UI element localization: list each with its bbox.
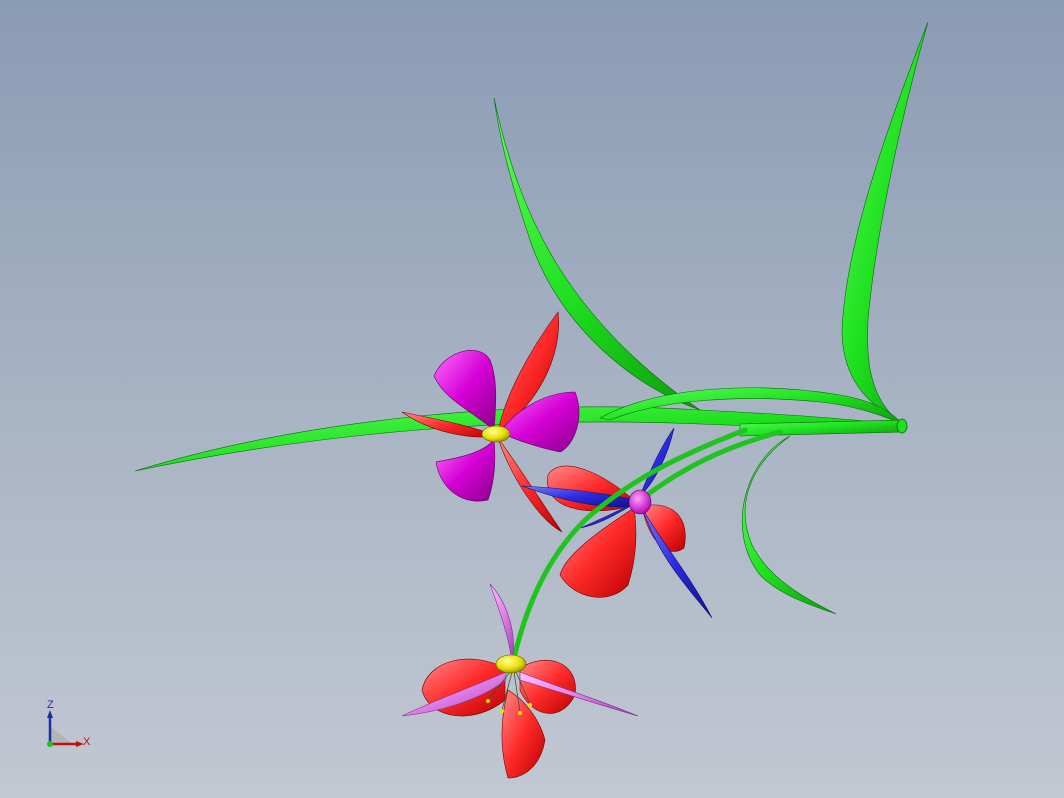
leaf-tall-right — [841, 21, 929, 419]
flower-upper-magenta[interactable] — [401, 311, 580, 533]
stem-hub — [896, 418, 908, 434]
graphics-viewport[interactable]: Z X — [0, 0, 1064, 798]
leaf-drooping-right — [741, 435, 837, 615]
flower-model[interactable] — [0, 0, 1064, 798]
axis-x-label: X — [83, 736, 91, 748]
orientation-triad: Z X — [38, 698, 98, 758]
flower-lower-pink[interactable] — [401, 583, 639, 779]
axis-z-label: Z — [47, 699, 54, 711]
